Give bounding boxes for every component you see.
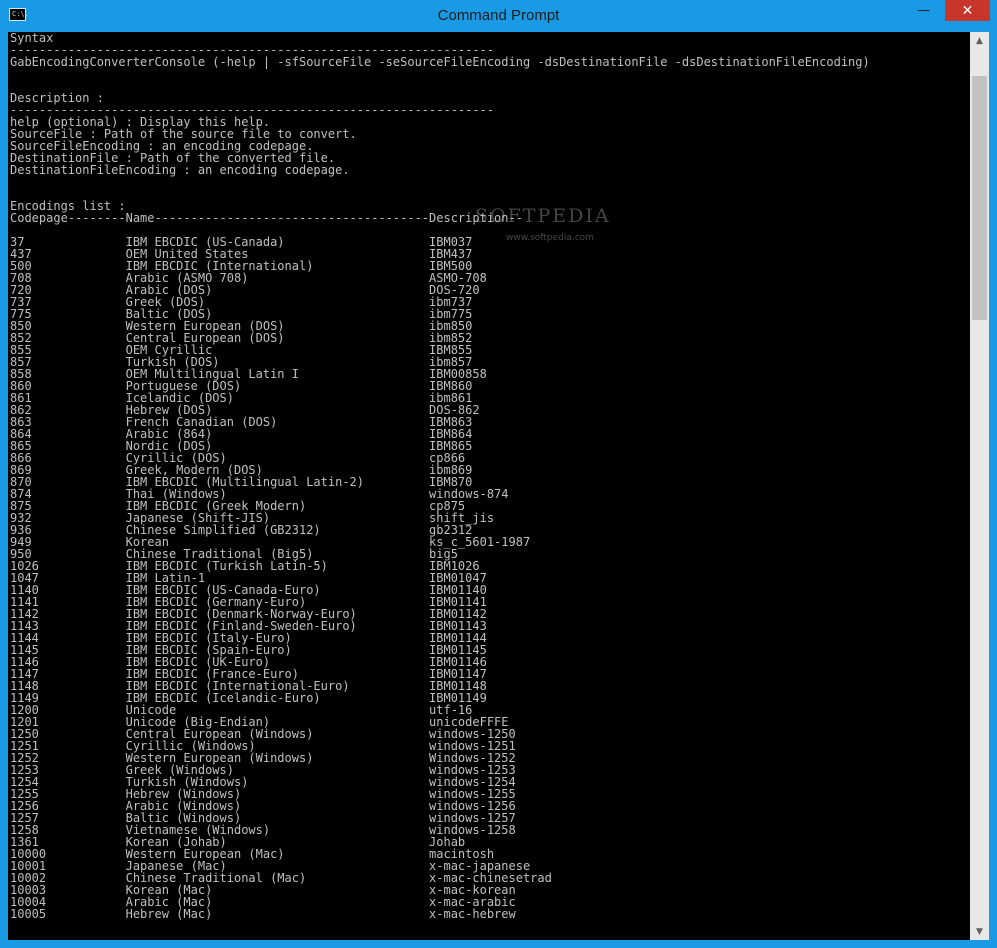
window-title: Command Prompt bbox=[437, 7, 560, 24]
watermark-url: www.softpedia.com bbox=[506, 233, 594, 243]
console-line: GabEncodingConverterConsole (-help | -sf… bbox=[10, 55, 870, 69]
title-bar[interactable]: C:\. Command Prompt — ☐ ✕ bbox=[0, 0, 997, 32]
scrollbar-thumb[interactable] bbox=[972, 76, 987, 320]
scroll-up-arrow-icon[interactable]: ▲ bbox=[970, 32, 989, 49]
console-output[interactable]: Syntax ----------------------------------… bbox=[8, 32, 970, 940]
vertical-scrollbar[interactable]: ▲ ▼ bbox=[970, 32, 989, 940]
command-prompt-window: C:\. Command Prompt — ☐ ✕ Syntax--------… bbox=[0, 0, 997, 948]
minimize-button[interactable]: — bbox=[910, 0, 937, 21]
console-line: 10005 Hebrew (Mac) x-mac-hebrew bbox=[10, 907, 516, 921]
close-button[interactable]: ✕ bbox=[945, 0, 990, 21]
console-line: DestinationFileEncoding : an encoding co… bbox=[10, 163, 350, 177]
watermark-logo: SOFTPEDIA bbox=[475, 205, 611, 227]
scroll-down-arrow-icon[interactable]: ▼ bbox=[970, 923, 989, 940]
